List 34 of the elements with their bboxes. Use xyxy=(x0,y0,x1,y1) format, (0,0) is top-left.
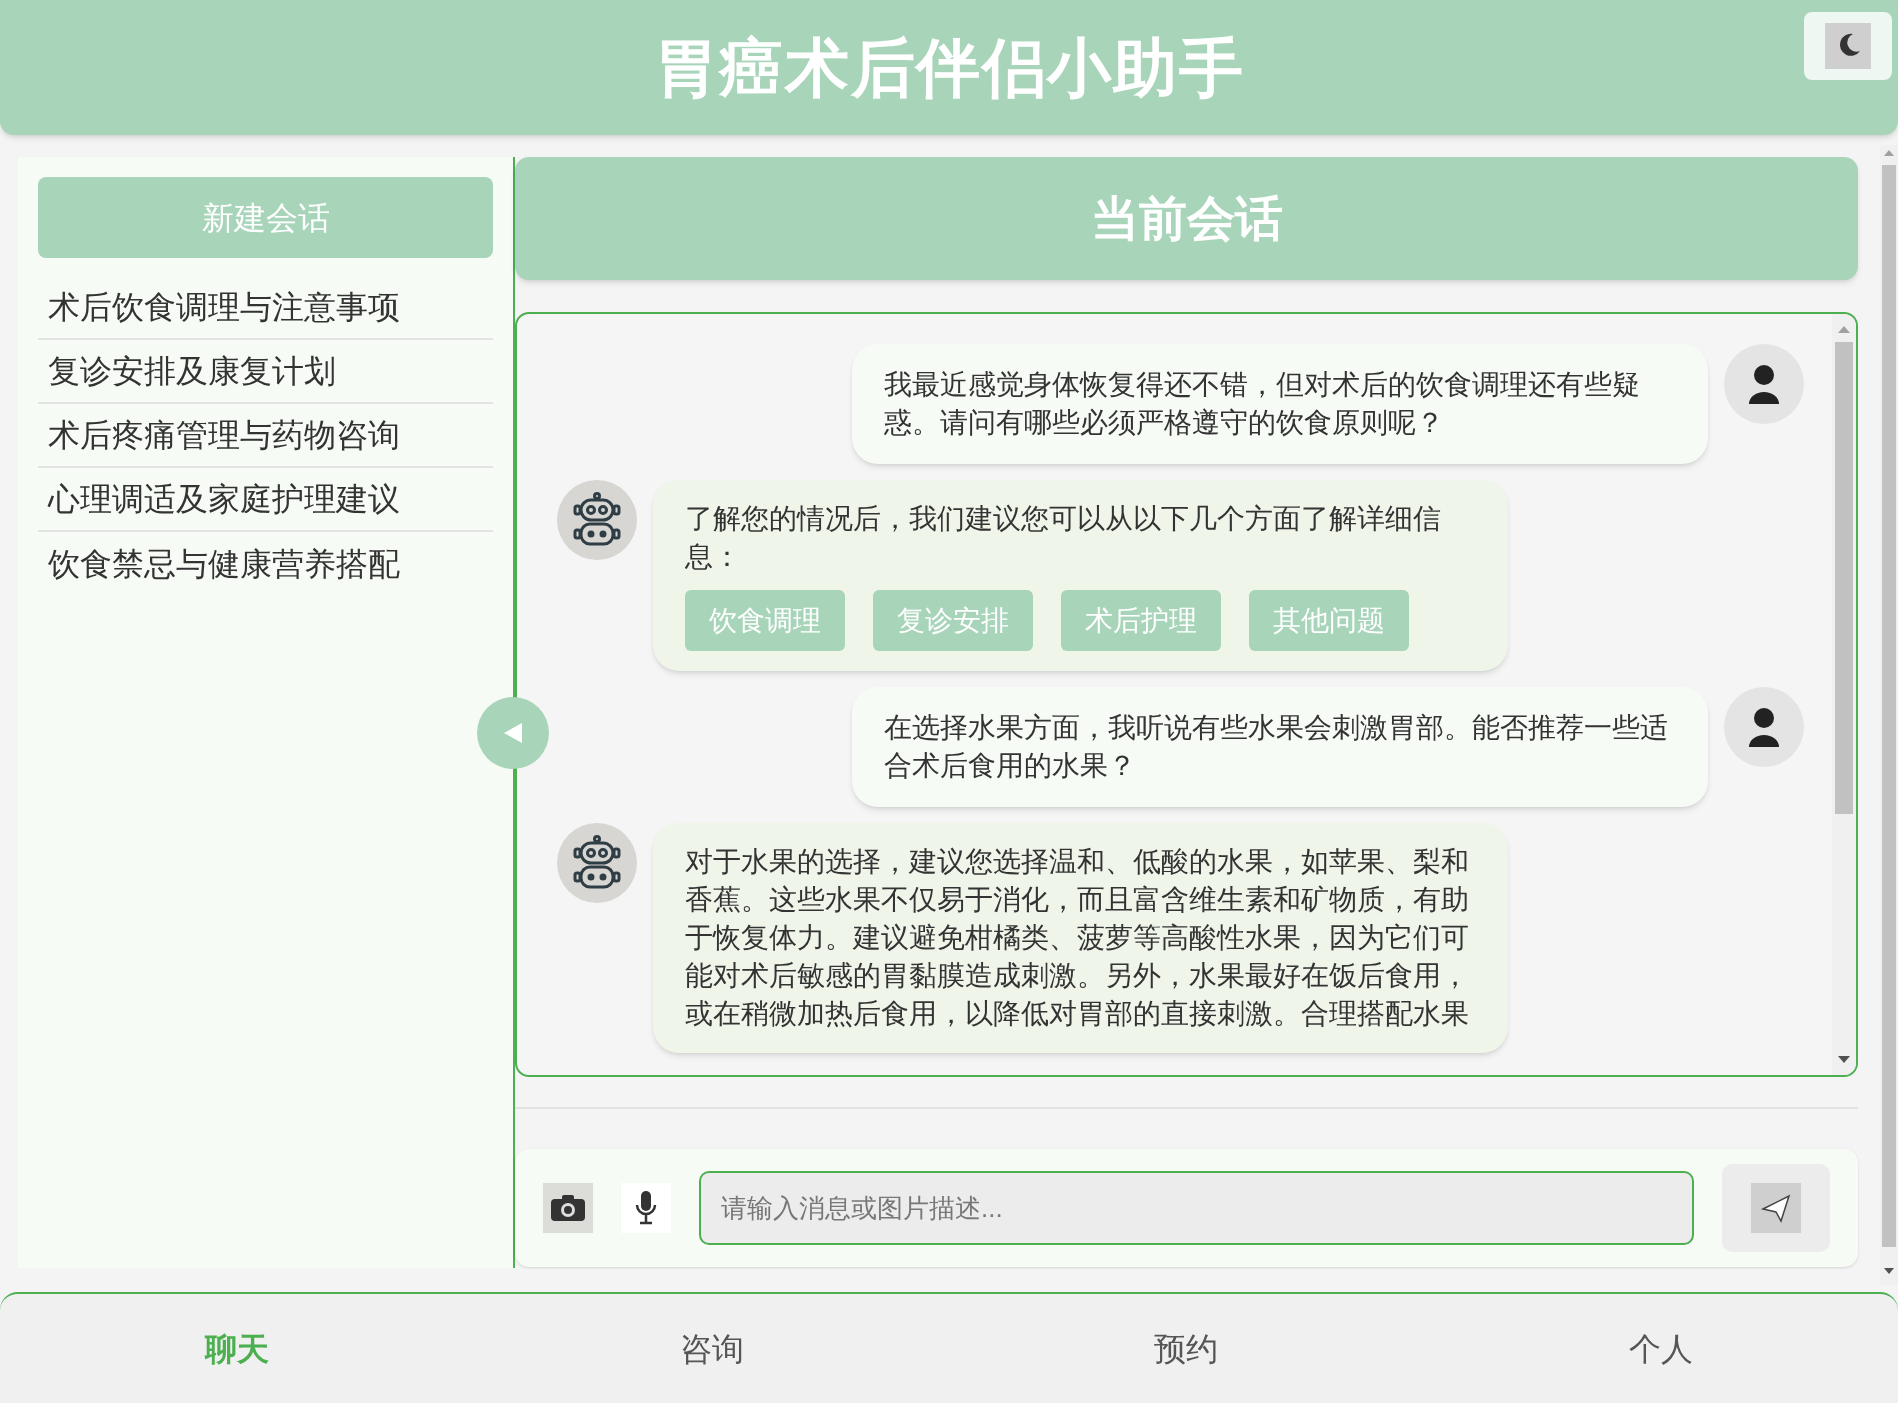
user-message-text: 我最近感觉身体恢复得还不错，但对术后的饮食调理还有些疑惑。请问有哪些必须严格遵守的饮食原则呢？ xyxy=(884,368,1641,440)
message-input[interactable]: 请输入消息或图片描述... xyxy=(699,1171,1694,1245)
scroll-down-arrow-icon[interactable] xyxy=(1837,1055,1851,1065)
person-icon xyxy=(1747,707,1781,747)
camera-button[interactable] xyxy=(543,1183,593,1233)
theme-toggle-button[interactable] xyxy=(1804,12,1892,80)
user-message-text: 在选择水果方面，我听说有些水果会刺激胃部。能否推荐一些适合术后食用的水果？ xyxy=(884,711,1669,783)
conversation-item[interactable]: 心理调适及家庭护理建议 xyxy=(38,468,493,532)
scroll-down-arrow-icon[interactable] xyxy=(1883,1267,1895,1275)
person-icon xyxy=(1747,364,1781,404)
conversation-item[interactable]: 饮食禁忌与健康营养搭配 xyxy=(38,532,493,596)
bot-message-text: 对于水果的选择，建议您选择温和、低酸的水果，如苹果、梨和香蕉。这些水果不仅易于消化，而且富含维生素和矿物质，有助于恢复体力。建议避免柑橘类、菠萝等高酸性水果，因为它们可能对术后敏感的胃黏膜造成刺激。另外，水果最好在饭后食用，或在稍微加热后食用，以降低对胃部的直接刺激。合理搭配水果 xyxy=(685,845,1470,1031)
camera-icon xyxy=(550,1194,586,1222)
conversation-item[interactable]: 复诊安排及康复计划 xyxy=(38,340,493,404)
chat-title: 当前会话 xyxy=(1090,190,1283,247)
send-button[interactable] xyxy=(1722,1164,1830,1252)
moon-icon xyxy=(1825,23,1871,69)
scroll-up-arrow-icon[interactable] xyxy=(1837,324,1851,334)
paper-plane-icon xyxy=(1751,1183,1801,1233)
conversation-item[interactable]: 术后饮食调理与注意事项 xyxy=(38,276,493,340)
nav-tab[interactable]: 个人 xyxy=(1423,1324,1898,1373)
app-title: 胃癌术后伴侣小助手 xyxy=(653,30,1245,106)
microphone-icon xyxy=(634,1190,658,1226)
nav-tab[interactable]: 预约 xyxy=(949,1324,1424,1373)
robot-icon xyxy=(572,835,622,891)
scrollbar-thumb[interactable] xyxy=(1835,342,1853,814)
scrollbar-thumb[interactable] xyxy=(1882,165,1896,1247)
microphone-button[interactable] xyxy=(621,1183,671,1233)
bot-message-text: 了解您的情况后，我们建议您可以从以下几个方面了解详细信息： xyxy=(685,502,1442,574)
robot-icon xyxy=(572,492,622,548)
left-triangle-icon xyxy=(504,723,522,743)
conversation-item[interactable]: 术后疼痛管理与药物咨询 xyxy=(38,404,493,468)
nav-tab[interactable]: 咨询 xyxy=(474,1324,949,1373)
scroll-up-arrow-icon[interactable] xyxy=(1883,149,1895,157)
